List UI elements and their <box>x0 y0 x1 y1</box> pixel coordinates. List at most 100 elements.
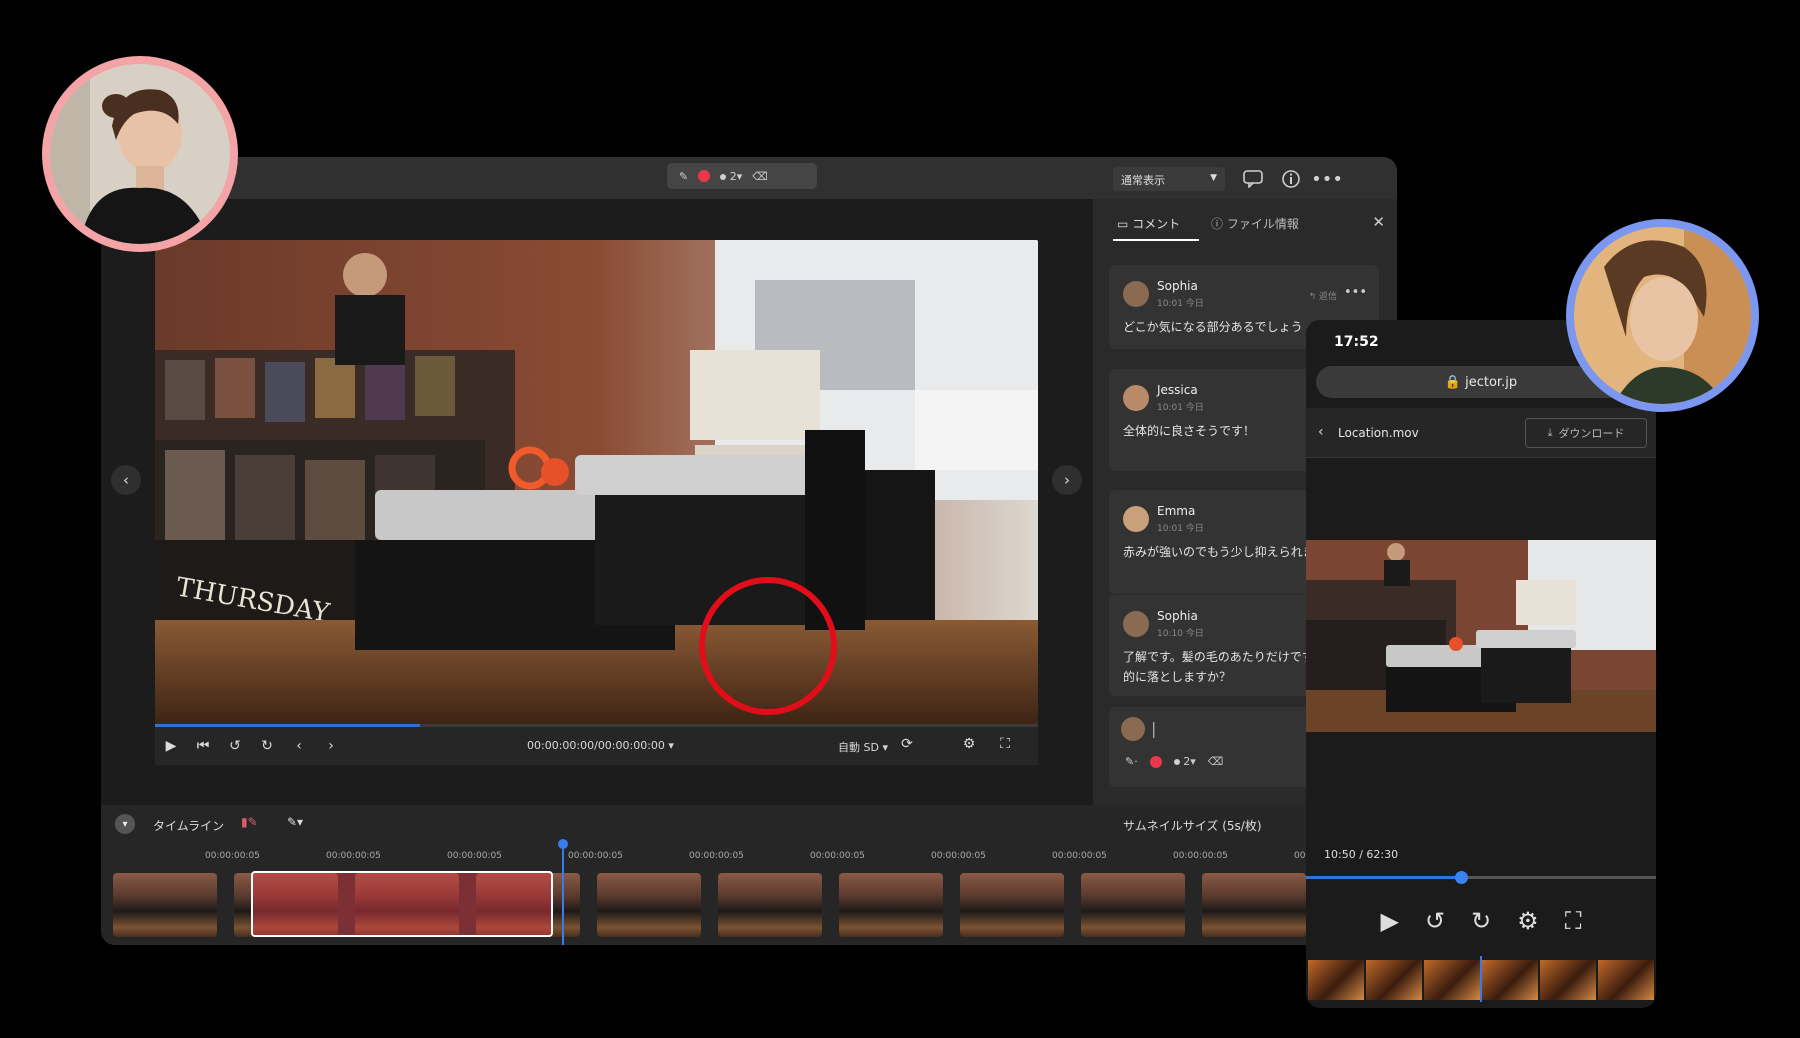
timeline-thumbnail[interactable] <box>1202 873 1306 937</box>
timeline-tick-label: 00:00:00:05 <box>447 851 502 861</box>
previous-frame-icon[interactable]: ‹ <box>283 738 315 754</box>
panel-tabs: ▭ コメント ⓘ ファイル情報 ✕ <box>1093 199 1397 243</box>
timeline-thumbnail[interactable] <box>597 873 701 937</box>
collapse-toggle-icon[interactable]: ▾ <box>115 814 135 834</box>
avatar <box>1123 506 1149 532</box>
download-button[interactable]: ⤓ ダウンロード <box>1525 418 1647 448</box>
comment-author: Sophia <box>1157 279 1198 293</box>
forward-5-icon[interactable]: ↻ <box>1471 907 1491 935</box>
tab-comments[interactable]: ▭ コメント <box>1117 215 1180 232</box>
comment-author: Sophia <box>1157 609 1198 623</box>
text-cursor: | <box>1151 719 1157 738</box>
timeline-label: タイムライン <box>153 819 225 833</box>
timeline-thumbnail[interactable] <box>1081 873 1185 937</box>
pen-tool-icon[interactable]: ✎· <box>1125 755 1138 768</box>
download-label: ダウンロード <box>1558 427 1625 440</box>
comment-icon: ▭ <box>1117 217 1129 231</box>
reply-button[interactable]: ↰ 返信 <box>1309 289 1337 302</box>
timeline-ticks: 00:00:00:05 00:00:00:05 00:00:00:05 00:00:0… <box>101 851 1397 865</box>
mobile-progress-bar[interactable] <box>1306 871 1656 884</box>
quality-value: SD <box>863 741 879 754</box>
previous-arrow-icon[interactable]: ‹ <box>111 465 141 495</box>
color-picker-red[interactable] <box>1149 755 1162 768</box>
timeline-tick-label: 00:00:00:05 <box>810 851 865 861</box>
video-editor-area: ‹ › THURSDAY ▶ ⏮ ↺ ↻ ‹ › 00:00:00:00/00:… <box>101 199 1093 805</box>
record-store-scene: THURSDAY <box>155 240 1038 724</box>
pen-tool-icon[interactable]: ✎▾ <box>287 815 303 829</box>
timeline-thumbnail[interactable] <box>839 873 943 937</box>
mobile-video-frame[interactable] <box>1306 540 1656 732</box>
mobile-timeline-thumbnail[interactable] <box>1598 960 1654 1000</box>
brush-size-control[interactable]: 2▾ <box>720 170 742 183</box>
info-icon[interactable] <box>1279 167 1303 191</box>
video-frame[interactable]: THURSDAY <box>155 240 1038 724</box>
tab-file-info-label: ファイル情報 <box>1226 217 1299 231</box>
woman-portrait-image <box>1574 227 1751 404</box>
mobile-progress-knob[interactable] <box>1455 871 1469 884</box>
mobile-timeline-thumbnail[interactable] <box>1540 960 1596 1000</box>
back-chevron-icon[interactable]: ‹ <box>1318 424 1324 440</box>
more-options-icon[interactable]: ••• <box>1344 285 1367 300</box>
next-frame-icon[interactable]: › <box>315 738 347 754</box>
timeline-thumbnail[interactable] <box>960 873 1064 937</box>
thumbnail-size-label[interactable]: サムネイルサイズ (5s/枚) <box>1123 817 1262 834</box>
comment-author: Emma <box>1157 504 1196 518</box>
record-store-scene <box>1306 540 1656 732</box>
comment-toggle-icon[interactable] <box>1241 167 1265 191</box>
url-text: jector.jp <box>1465 374 1518 390</box>
eraser-tool-icon[interactable]: ⌫ <box>1208 755 1224 768</box>
forward-icon[interactable]: ↻ <box>251 738 283 754</box>
brush-size-control[interactable]: 2▾ <box>1173 755 1196 768</box>
settings-gear-icon[interactable]: ⚙ <box>953 736 985 752</box>
avatar <box>42 56 238 252</box>
fullscreen-icon[interactable]: ⛶ <box>989 736 1021 752</box>
close-icon[interactable]: ✕ <box>1372 213 1385 231</box>
reply-label: 返信 <box>1318 292 1337 302</box>
fullscreen-icon[interactable]: ⛶ <box>1565 907 1582 935</box>
mobile-timeline-thumbnail[interactable] <box>1482 960 1538 1000</box>
mobile-controls: ▶ ↺ ↻ ⚙ ⛶ <box>1306 892 1656 950</box>
next-arrow-icon[interactable]: › <box>1052 465 1082 495</box>
eraser-tool-icon[interactable]: ⌫ <box>752 170 768 183</box>
timecode-display[interactable]: 00:00:00:00/00:00:00:00 ▾ <box>527 739 674 752</box>
view-mode-select[interactable]: 通常表示 ▼ <box>1113 167 1225 191</box>
auto-label: 自動 <box>838 741 860 754</box>
timeline-tick-label: 00:00:00:05 <box>1052 851 1107 861</box>
loop-icon[interactable]: ⟳ <box>891 736 923 752</box>
pen-tool-icon[interactable]: ✎ <box>679 170 688 183</box>
quality-select[interactable]: 自動 SD ▾ <box>838 739 888 755</box>
brush-dot-icon <box>1173 759 1180 765</box>
skip-to-start-icon[interactable]: ⏮ <box>187 738 219 754</box>
comment-time: 10:01 今日 <box>1157 524 1204 534</box>
more-options-icon[interactable]: ••• <box>1311 167 1343 191</box>
comment-time: 10:10 今日 <box>1157 629 1204 639</box>
settings-gear-icon[interactable]: ⚙ <box>1517 907 1539 935</box>
rewind-5-icon[interactable]: ↺ <box>1425 907 1445 935</box>
play-icon[interactable]: ▶ <box>1380 907 1398 935</box>
mobile-viewer: 17:52 🔒 jector.jp ‹ Location.mov ⤓ ダウンロード … <box>1306 320 1656 1008</box>
file-name: Location.mov <box>1338 426 1419 440</box>
mobile-timeline-thumbnail[interactable] <box>1424 960 1480 1000</box>
lock-icon: 🔒 <box>1444 374 1462 390</box>
selected-range[interactable] <box>251 871 553 937</box>
rewind-icon[interactable]: ↺ <box>219 738 251 754</box>
mobile-timeline-thumbnail[interactable] <box>1366 960 1422 1000</box>
timeline-tick-label: 00:00:00:05 <box>326 851 381 861</box>
active-tab-indicator <box>1113 239 1199 241</box>
mobile-time-display: 10:50 / 62:30 <box>1324 848 1399 861</box>
info-icon: ⓘ <box>1211 217 1224 231</box>
drawing-tools-group: ✎ 2▾ ⌫ <box>667 163 817 189</box>
playhead[interactable] <box>558 839 568 945</box>
avatar <box>1121 717 1145 741</box>
desktop-app-window: ✎ 2▾ ⌫ 通常表示 ▼ ••• ‹ › THURSDAY ▶ ⏮ ↺ ↻ ‹… <box>101 157 1397 945</box>
comment-time: 10:01 今日 <box>1157 299 1204 309</box>
timeline-thumbnail[interactable] <box>113 873 217 937</box>
tab-file-info[interactable]: ⓘ ファイル情報 <box>1211 215 1299 232</box>
mobile-timeline-thumbnail[interactable] <box>1308 960 1364 1000</box>
timeline-thumbnail[interactable] <box>718 873 822 937</box>
play-icon[interactable]: ▶ <box>155 738 187 754</box>
red-circle-annotation[interactable] <box>699 577 837 715</box>
timeline-tick-label: 00:00:00:05 <box>205 851 260 861</box>
color-picker-red[interactable] <box>698 170 711 182</box>
clip-marker-icon[interactable]: ▮✎ <box>241 815 258 829</box>
